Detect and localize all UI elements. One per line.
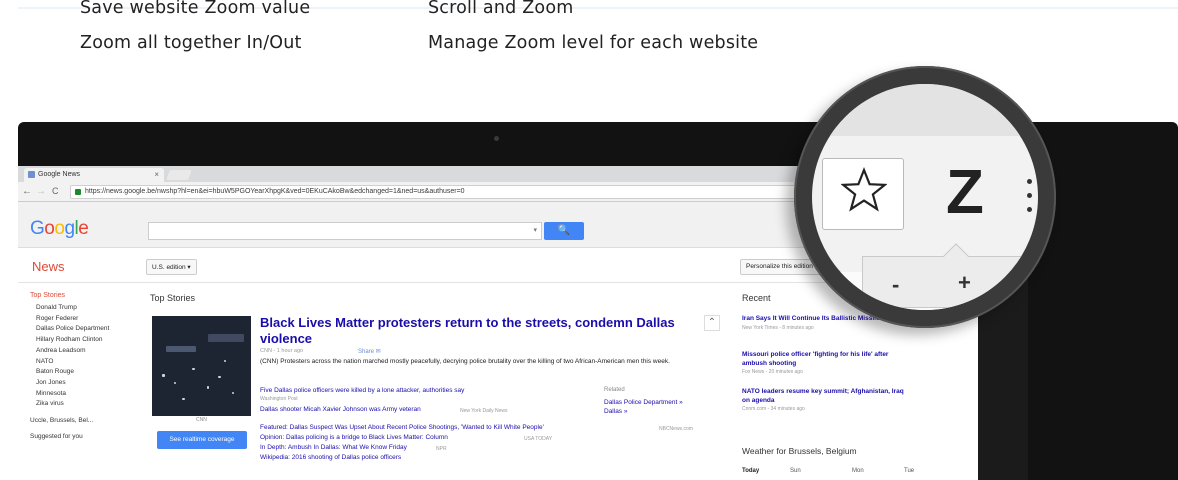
featured-source: NBCNews.com xyxy=(659,426,693,432)
zoom-popup xyxy=(862,256,1026,308)
image-credit: CNN xyxy=(196,417,207,423)
sidebar-item-location[interactable]: Uccle, Brussels, Bel... xyxy=(30,416,140,427)
feature-save-zoom: Save website Zoom value xyxy=(80,0,311,18)
related-topic-links: Dallas Police Department » Dallas » xyxy=(604,398,683,416)
sidebar-item[interactable]: Donald Trump xyxy=(30,303,140,314)
recent-heading: Recent xyxy=(742,293,771,303)
collapse-story-icon[interactable]: ⌃ xyxy=(704,315,720,331)
wikipedia-link[interactable]: Wikipedia: 2016 shooting of Dallas polic… xyxy=(260,454,401,461)
new-tab-button[interactable] xyxy=(166,170,192,180)
opinion-source: USA TODAY xyxy=(524,436,553,442)
story-source-time: CNN - 1 hour ago xyxy=(260,348,304,354)
weather-heading: Weather for Brussels, Belgium xyxy=(742,446,857,456)
google-logo[interactable]: Google xyxy=(30,218,89,240)
google-news-favicon-icon xyxy=(28,171,35,178)
sidebar-item[interactable]: Minnesota xyxy=(30,389,140,400)
opinion-link[interactable]: Opinion: Dallas policing is a bridge to … xyxy=(260,434,448,441)
star-icon xyxy=(841,167,887,212)
google-search-input[interactable]: ▾ xyxy=(148,222,542,240)
zoom-out-button[interactable]: - xyxy=(892,272,899,298)
in-depth-link[interactable]: In Depth: Ambush In Dallas: What We Know… xyxy=(260,444,407,451)
feature-manage-zoom: Manage Zoom level for each website xyxy=(428,33,759,53)
featured-link[interactable]: Featured: Dallas Suspect Was Upset About… xyxy=(260,424,544,431)
forward-arrow-icon[interactable]: → xyxy=(36,186,46,197)
bookmark-star-button[interactable] xyxy=(822,158,904,230)
story-snippet: (CNN) Protesters across the nation march… xyxy=(260,358,670,365)
related-link[interactable]: Dallas shooter Micah Xavier Johnson was … xyxy=(260,406,421,413)
related-link-source: New York Daily News xyxy=(460,408,508,414)
zoom-extension-icon[interactable]: Z xyxy=(946,162,984,224)
suggested-label: Suggested for you xyxy=(30,432,83,440)
related-link-source: Washington Post xyxy=(260,396,298,402)
sidebar-item[interactable]: Baton Rouge xyxy=(30,367,140,378)
zoom-in-button[interactable]: + xyxy=(958,270,971,296)
story-image[interactable] xyxy=(152,316,251,416)
realtime-coverage-button[interactable]: See realtime coverage xyxy=(157,431,247,449)
reload-icon[interactable]: C xyxy=(52,186,59,196)
top-stories-heading: Top Stories xyxy=(150,293,196,303)
lens-toolbar-strip xyxy=(812,84,1038,136)
edition-dropdown[interactable]: U.S. edition ▾ xyxy=(146,259,197,275)
sidebar-item[interactable]: Hillary Rodham Clinton xyxy=(30,335,140,346)
weather-day: Tue xyxy=(904,468,915,474)
related-topic-link[interactable]: Dallas » xyxy=(604,407,683,416)
lock-icon xyxy=(75,189,81,195)
tab-google-news[interactable]: Google News × xyxy=(24,168,164,182)
feature-scroll-zoom: Scroll and Zoom xyxy=(428,0,574,18)
recent-item[interactable]: NATO leaders resume key summit; Afghanis… xyxy=(742,388,910,412)
related-label: Related xyxy=(604,387,625,393)
tab-title: Google News xyxy=(38,171,81,178)
sidebar-item[interactable]: Jon Jones xyxy=(30,378,140,389)
news-sidebar: Top Stories Donald Trump Roger Federer D… xyxy=(30,292,140,440)
sidebar-item[interactable]: Dallas Police Department xyxy=(30,324,140,335)
recent-item[interactable]: Missouri police officer 'fighting for hi… xyxy=(742,351,910,375)
story-headline[interactable]: Black Lives Matter protesters return to … xyxy=(260,315,700,347)
related-topic-link[interactable]: Dallas Police Department » xyxy=(604,398,683,407)
share-icons[interactable]: Share ✉ xyxy=(358,348,381,355)
url-input[interactable]: https://news.google.be/nwshp?hl=en&ei=hb… xyxy=(70,185,860,199)
sidebar-item-top-stories[interactable]: Top Stories xyxy=(30,292,140,299)
weather-day: Today xyxy=(742,468,760,474)
related-link[interactable]: Five Dallas police officers were killed … xyxy=(260,387,464,394)
menu-kebab-icon[interactable] xyxy=(1026,179,1032,213)
google-search-button[interactable]: 🔍 xyxy=(544,222,584,240)
sidebar-item[interactable]: Zika virus xyxy=(30,399,140,410)
magnifier-lens: Z - + xyxy=(812,84,1038,310)
sidebar-item[interactable]: Roger Federer xyxy=(30,314,140,325)
back-arrow-icon[interactable]: ← xyxy=(22,186,32,197)
sidebar-item[interactable]: Andrea Leadsom xyxy=(30,346,140,357)
webcam-icon xyxy=(494,136,499,141)
in-depth-source: NPR xyxy=(436,446,447,452)
sidebar-item[interactable]: NATO xyxy=(30,357,140,368)
close-tab-icon[interactable]: × xyxy=(154,170,159,179)
weather-day: Mon xyxy=(852,468,864,474)
news-section-title[interactable]: News xyxy=(32,259,65,274)
url-text: https://news.google.be/nwshp?hl=en&ei=hb… xyxy=(85,188,465,195)
search-options-caret-icon[interactable]: ▾ xyxy=(533,226,537,234)
weather-day: Sun xyxy=(790,468,801,474)
feature-zoom-all: Zoom all together In/Out xyxy=(80,33,302,53)
